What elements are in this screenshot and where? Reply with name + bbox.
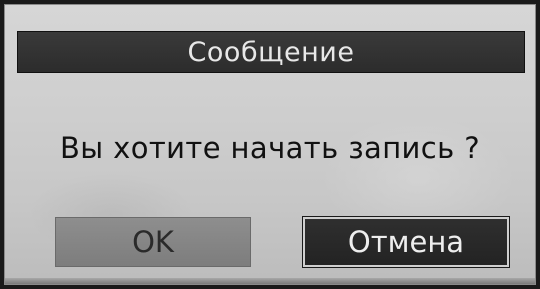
dialog-title-bar: Сообщение xyxy=(17,31,525,73)
confirm-dialog: Сообщение Вы хотите начать запись ? OK О… xyxy=(4,4,536,285)
dialog-title: Сообщение xyxy=(187,36,355,68)
cancel-button[interactable]: Отмена xyxy=(302,216,510,268)
ok-button[interactable]: OK xyxy=(55,217,251,267)
dialog-message: Вы хотите начать запись ? xyxy=(59,131,481,165)
dialog-bottom-border xyxy=(5,278,535,284)
